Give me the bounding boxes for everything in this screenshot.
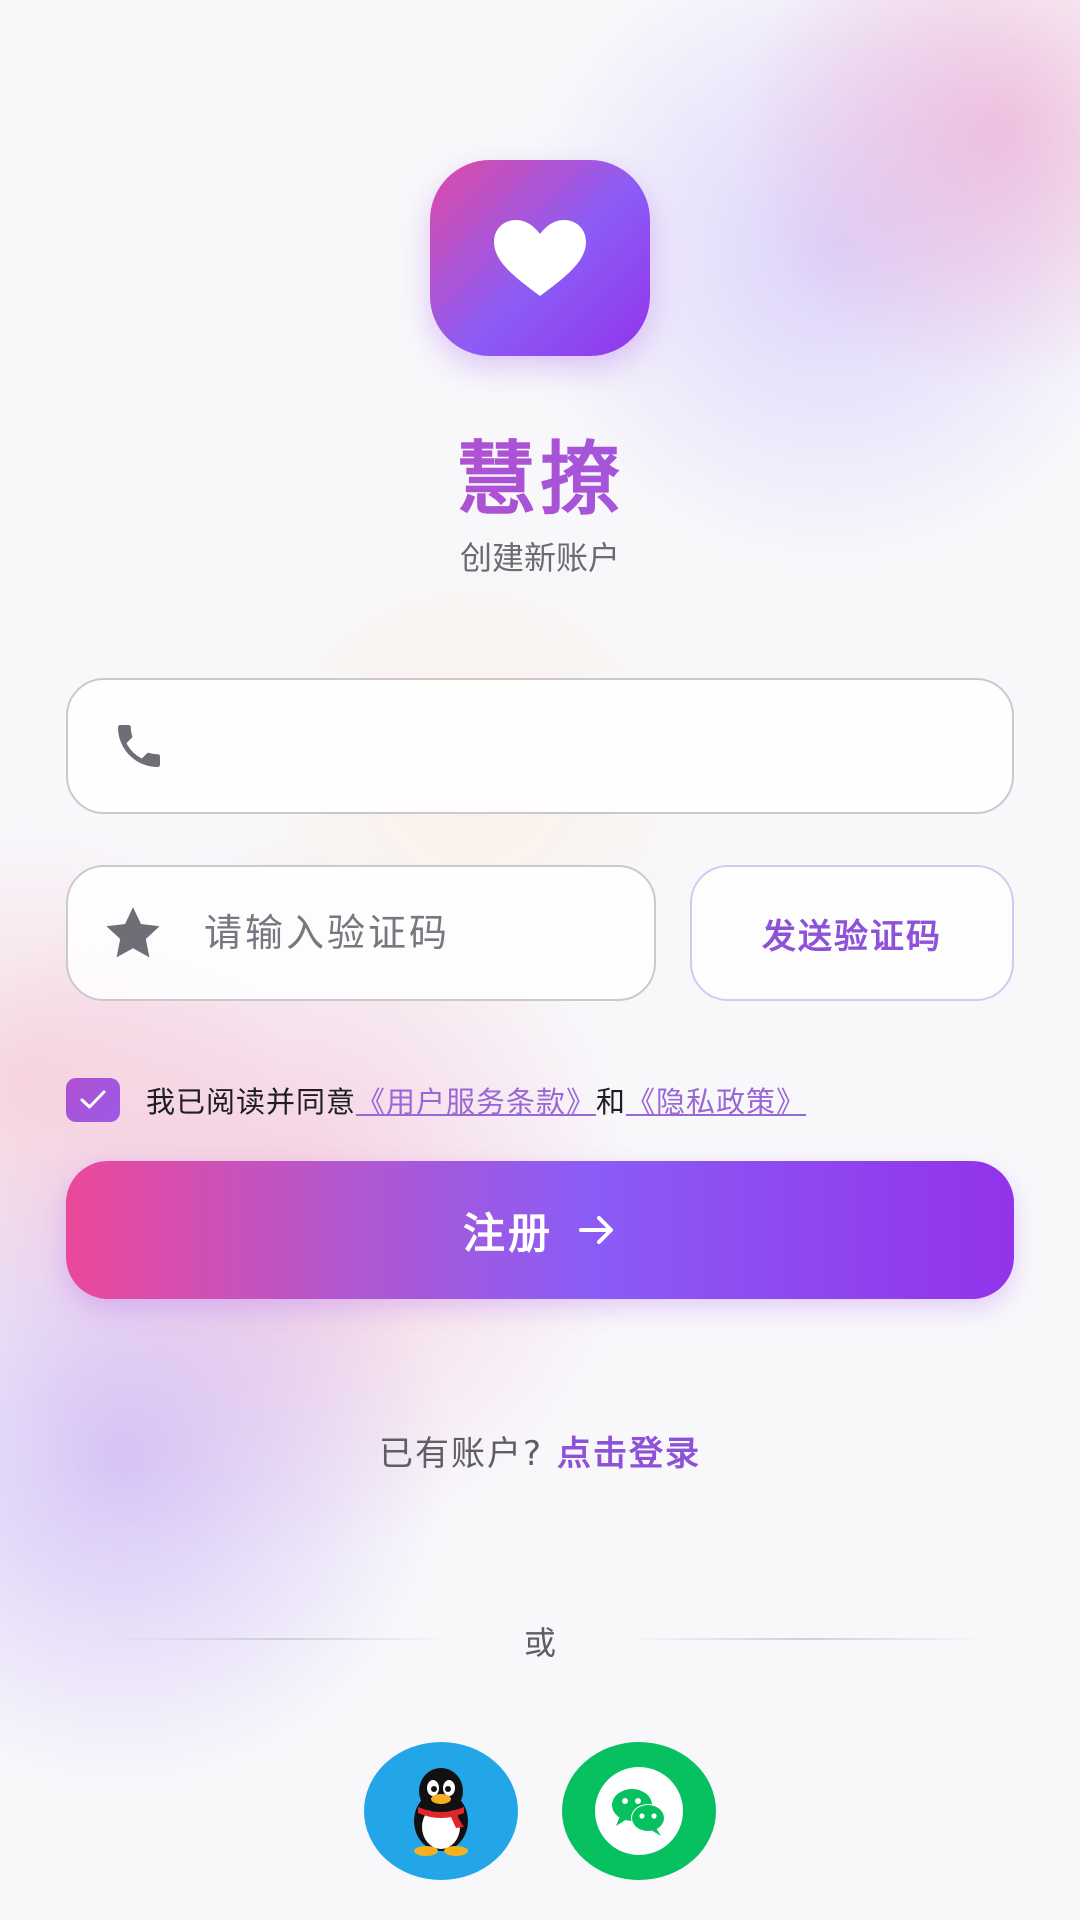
wechat-login-button[interactable] <box>562 1742 716 1880</box>
phone-icon <box>104 711 174 781</box>
divider-line-right <box>626 1638 986 1640</box>
agreement-row: 我已阅读并同意《用户服务条款》和《隐私政策》 <box>66 1076 806 1124</box>
login-question: 已有账户? <box>378 1434 544 1474</box>
verification-code-field[interactable] <box>66 865 679 1001</box>
page-subtitle: 创建新账户 <box>459 539 620 577</box>
divider-text: 或 <box>523 1624 556 1662</box>
agreement-checkbox[interactable] <box>66 1078 120 1122</box>
terms-link[interactable]: 《用户服务条款》 <box>356 1085 596 1119</box>
agreement-and: 和 <box>596 1085 627 1119</box>
login-link[interactable]: 点击登录 <box>557 1434 701 1474</box>
qq-login-button[interactable] <box>364 1742 518 1880</box>
qq-penguin-icon <box>414 1768 468 1856</box>
phone-field[interactable] <box>66 678 1014 814</box>
register-button-label: 注册 <box>462 1208 553 1258</box>
app-logo <box>430 160 650 356</box>
star-icon <box>104 898 162 968</box>
checkmark-icon <box>80 1090 106 1109</box>
heart-icon <box>494 220 586 296</box>
arrow-right-icon <box>577 1212 617 1248</box>
agreement-text: 我已阅读并同意《用户服务条款》和《隐私政策》 <box>146 1079 806 1121</box>
login-prompt: 已有账户? 点击登录 <box>0 1426 1080 1475</box>
app-name: 慧撩 <box>0 415 1080 531</box>
send-code-button[interactable]: 发送验证码 <box>690 865 1014 1001</box>
phone-input[interactable] <box>214 723 1012 769</box>
privacy-link[interactable]: 《隐私政策》 <box>626 1085 806 1119</box>
register-button[interactable]: 注册 <box>66 1161 1014 1299</box>
verification-code-input[interactable] <box>202 910 679 956</box>
wechat-icon <box>595 1767 683 1855</box>
agreement-prefix: 我已阅读并同意 <box>146 1085 357 1119</box>
